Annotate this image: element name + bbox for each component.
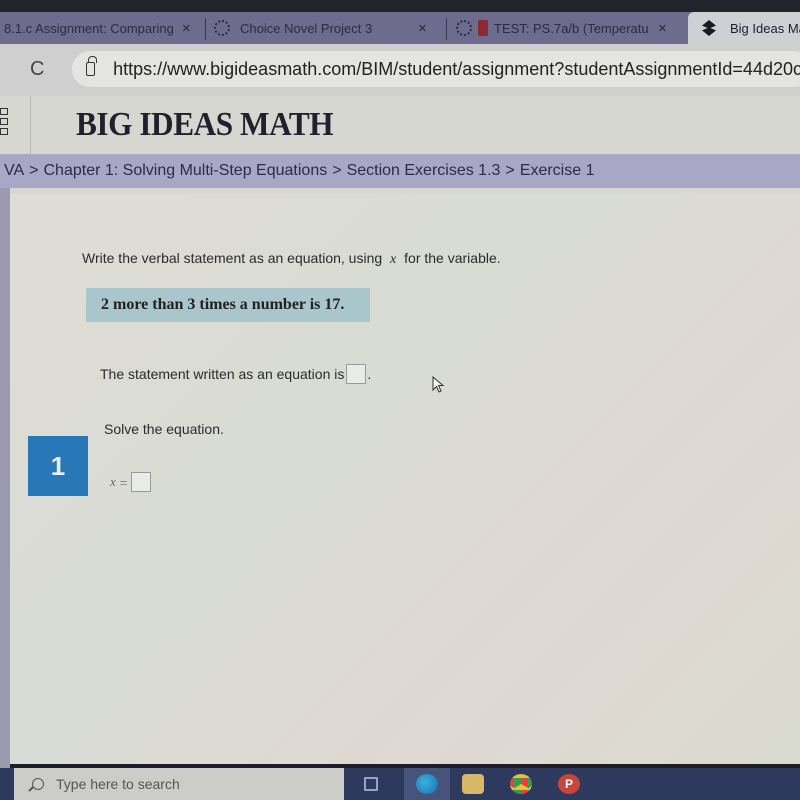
chrome-icon[interactable] [510, 774, 532, 794]
question-number-badge[interactable]: 1 [28, 436, 88, 496]
address-bar[interactable]: https://www.bigideasmath.com/BIM/student… [72, 51, 800, 87]
period: . [367, 366, 372, 382]
solve-prompt: Solve the equation. [104, 421, 224, 437]
tab-title: 8.1.c Assignment: Comparing [4, 20, 174, 36]
equation-answer-input[interactable] [346, 364, 367, 384]
breadcrumb-item-exercise: Exercise 1 [519, 162, 595, 179]
page: BIG IDEAS MATH VA > Chapter 1: Solving M… [0, 96, 800, 768]
header-divider [30, 96, 31, 154]
tab-assignment-comparing[interactable]: 8.1.c Assignment: Comparing × [4, 12, 204, 44]
tab-title: TEST: PS.7a/b (Temperatu [494, 20, 649, 36]
breadcrumb-separator: > [29, 162, 39, 179]
lock-icon[interactable] [86, 56, 98, 76]
reload-icon[interactable]: C [30, 59, 50, 79]
instruction-text: for the variable. [404, 250, 501, 266]
edge-browser-icon[interactable] [416, 774, 438, 794]
powerpoint-icon[interactable]: P [558, 774, 580, 794]
search-icon [32, 778, 44, 790]
site-logo[interactable]: BIG IDEAS MATH [76, 106, 334, 144]
start-area[interactable] [0, 768, 14, 800]
verbal-statement: 2 more than 3 times a number is 17. [101, 296, 345, 313]
close-icon[interactable]: × [418, 20, 427, 37]
tab-title: Choice Novel Project 3 [240, 20, 373, 36]
equation-prompt: The statement written as an equation is [100, 366, 345, 382]
url-text[interactable]: https://www.bigideasmath.com/BIM/student… [113, 59, 800, 80]
tab-big-ideas-math[interactable]: Big Ideas Ma [688, 12, 800, 44]
breadcrumb-separator: > [505, 162, 515, 179]
tab-divider [205, 18, 206, 40]
equals-sign: = [119, 474, 128, 490]
close-icon[interactable]: × [182, 20, 191, 37]
instruction-text: Write the verbal statement as an equatio… [82, 250, 383, 266]
loading-spinner-icon [456, 20, 472, 36]
tab-test-ps7[interactable]: TEST: PS.7a/b (Temperatu × [456, 12, 684, 44]
menu-icon[interactable] [0, 108, 10, 138]
task-view-icon[interactable] [364, 777, 378, 791]
breadcrumb: VA > Chapter 1: Solving Multi-Step Equat… [0, 154, 800, 188]
tab-choice-novel-project[interactable]: Choice Novel Project 3 × [214, 12, 444, 44]
test-favicon [478, 20, 488, 36]
breadcrumb-item-assignment[interactable]: VA [4, 162, 24, 180]
mouse-pointer-icon [432, 376, 445, 393]
solution-answer-input[interactable] [131, 472, 152, 492]
breadcrumb-item-section[interactable]: Section Exercises 1.3 [347, 162, 501, 180]
solution-line: x = [110, 472, 152, 492]
variable-symbol: x [110, 474, 116, 489]
file-explorer-icon[interactable] [462, 774, 484, 794]
left-edge [0, 188, 10, 768]
breadcrumb-separator: > [332, 162, 342, 179]
tab-title: Big Ideas Ma [730, 20, 800, 36]
tab-divider [446, 18, 447, 40]
site-header: BIG IDEAS MATH [0, 96, 800, 154]
browser-toolbar: C https://www.bigideasmath.com/BIM/stude… [0, 44, 800, 96]
exercise-instruction: Write the verbal statement as an equatio… [82, 250, 501, 268]
breadcrumb-item-chapter[interactable]: Chapter 1: Solving Multi-Step Equations [44, 162, 328, 180]
close-icon[interactable]: × [658, 20, 667, 37]
verbal-statement-box: 2 more than 3 times a number is 17. [86, 288, 370, 322]
variable-symbol: x [390, 252, 397, 267]
taskbar-search-box[interactable]: Type here to search [14, 768, 344, 800]
loading-spinner-icon [214, 20, 230, 36]
windows-taskbar: Type here to search P [0, 768, 800, 800]
big-ideas-math-favicon [702, 20, 716, 36]
equation-prompt-line: The statement written as an equation is … [100, 364, 371, 384]
search-placeholder: Type here to search [56, 776, 180, 792]
